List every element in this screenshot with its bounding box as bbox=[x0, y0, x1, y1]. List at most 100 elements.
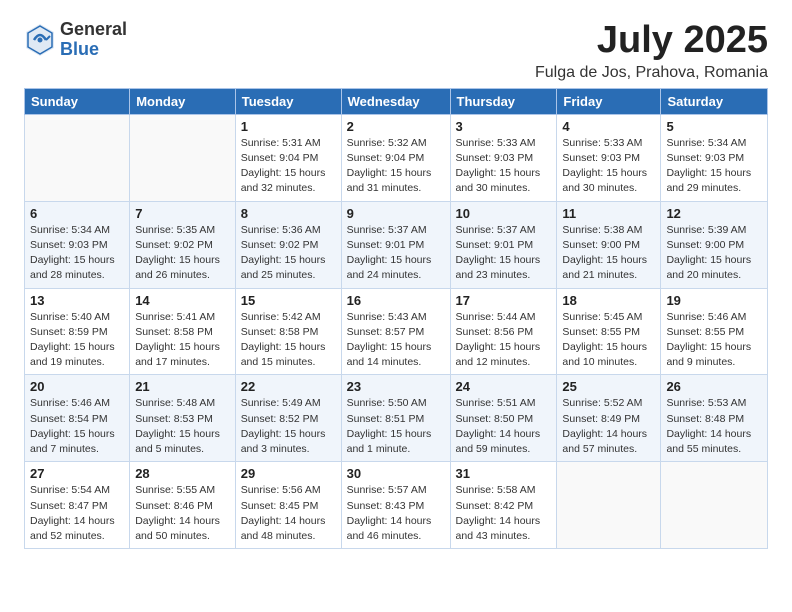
calendar-week-row: 1Sunrise: 5:31 AM Sunset: 9:04 PM Daylig… bbox=[25, 114, 768, 201]
col-sunday: Sunday bbox=[25, 88, 130, 114]
day-number: 2 bbox=[347, 119, 445, 134]
day-info: Sunrise: 5:53 AM Sunset: 8:48 PM Dayligh… bbox=[666, 396, 762, 457]
location-title: Fulga de Jos, Prahova, Romania bbox=[535, 64, 768, 82]
day-info: Sunrise: 5:43 AM Sunset: 8:57 PM Dayligh… bbox=[347, 310, 445, 371]
table-row bbox=[661, 462, 768, 549]
logo: General Blue bbox=[24, 20, 127, 60]
day-number: 12 bbox=[666, 206, 762, 221]
col-friday: Friday bbox=[557, 88, 661, 114]
day-number: 26 bbox=[666, 379, 762, 394]
day-info: Sunrise: 5:52 AM Sunset: 8:49 PM Dayligh… bbox=[562, 396, 655, 457]
table-row: 26 Sunrise: 5:53 AM Sunset: 8:48 PM Dayli… bbox=[661, 375, 768, 462]
table-row: 18Sunrise: 5:45 AM Sunset: 8:55 PM Dayli… bbox=[557, 288, 661, 375]
table-row: 3 Sunrise: 5:33 AM Sunset: 9:03 PM Daylig… bbox=[450, 114, 557, 201]
day-info: Sunrise: 5:58 AM Sunset: 8:42 PM Dayligh… bbox=[456, 483, 552, 544]
day-info: Sunrise: 5:42 AM Sunset: 8:58 PM Dayligh… bbox=[241, 310, 336, 371]
day-number: 14 bbox=[135, 293, 230, 308]
day-info: Sunrise: 5:51 AM Sunset: 8:50 PM Dayligh… bbox=[456, 396, 552, 457]
day-number: 31 bbox=[456, 466, 552, 481]
day-info: Sunrise: 5:37 AM Sunset: 9:01 PM Dayligh… bbox=[347, 223, 445, 284]
day-number: 11 bbox=[562, 206, 655, 221]
day-number: 19 bbox=[666, 293, 762, 308]
table-row: 22Sunrise: 5:49 AM Sunset: 8:52 PM Dayli… bbox=[235, 375, 341, 462]
day-number: 8 bbox=[241, 206, 336, 221]
table-row bbox=[557, 462, 661, 549]
table-row: 10 Sunrise: 5:37 AM Sunset: 9:01 PM Dayli… bbox=[450, 201, 557, 288]
logo-text: General Blue bbox=[60, 20, 127, 60]
col-saturday: Saturday bbox=[661, 88, 768, 114]
day-info: Sunrise: 5:33 AM Sunset: 9:03 PM Dayligh… bbox=[562, 136, 655, 197]
day-number: 20 bbox=[30, 379, 124, 394]
table-row: 30 Sunrise: 5:57 AM Sunset: 8:43 PM Dayli… bbox=[341, 462, 450, 549]
day-number: 9 bbox=[347, 206, 445, 221]
day-info: Sunrise: 5:35 AM Sunset: 9:02 PM Dayligh… bbox=[135, 223, 230, 284]
day-info: Sunrise: 5:54 AM Sunset: 8:47 PM Dayligh… bbox=[30, 483, 124, 544]
day-info: Sunrise: 5:36 AM Sunset: 9:02 PM Dayligh… bbox=[241, 223, 336, 284]
table-row: 31 Sunrise: 5:58 AM Sunset: 8:42 PM Dayli… bbox=[450, 462, 557, 549]
day-number: 4 bbox=[562, 119, 655, 134]
table-row: 1Sunrise: 5:31 AM Sunset: 9:04 PM Daylig… bbox=[235, 114, 341, 201]
day-info: Sunrise: 5:44 AM Sunset: 8:56 PM Dayligh… bbox=[456, 310, 552, 371]
day-info: Sunrise: 5:34 AM Sunset: 9:03 PM Dayligh… bbox=[666, 136, 762, 197]
day-info: Sunrise: 5:49 AM Sunset: 8:52 PM Dayligh… bbox=[241, 396, 336, 457]
day-number: 23 bbox=[347, 379, 445, 394]
day-number: 21 bbox=[135, 379, 230, 394]
day-number: 13 bbox=[30, 293, 124, 308]
table-row bbox=[25, 114, 130, 201]
day-info: Sunrise: 5:48 AM Sunset: 8:53 PM Dayligh… bbox=[135, 396, 230, 457]
day-number: 1 bbox=[241, 119, 336, 134]
day-number: 10 bbox=[456, 206, 552, 221]
table-row: 13 Sunrise: 5:40 AM Sunset: 8:59 PM Dayli… bbox=[25, 288, 130, 375]
col-monday: Monday bbox=[130, 88, 236, 114]
day-info: Sunrise: 5:55 AM Sunset: 8:46 PM Dayligh… bbox=[135, 483, 230, 544]
table-row: 2 Sunrise: 5:32 AM Sunset: 9:04 PM Daylig… bbox=[341, 114, 450, 201]
day-number: 16 bbox=[347, 293, 445, 308]
day-number: 30 bbox=[347, 466, 445, 481]
day-info: Sunrise: 5:38 AM Sunset: 9:00 PM Dayligh… bbox=[562, 223, 655, 284]
calendar-header-row: Sunday Monday Tuesday Wednesday Thursday… bbox=[25, 88, 768, 114]
table-row: 27 Sunrise: 5:54 AM Sunset: 8:47 PM Dayli… bbox=[25, 462, 130, 549]
table-row: 12 Sunrise: 5:39 AM Sunset: 9:00 PM Dayli… bbox=[661, 201, 768, 288]
day-info: Sunrise: 5:57 AM Sunset: 8:43 PM Dayligh… bbox=[347, 483, 445, 544]
calendar-week-row: 27 Sunrise: 5:54 AM Sunset: 8:47 PM Dayli… bbox=[25, 462, 768, 549]
table-row: 17Sunrise: 5:44 AM Sunset: 8:56 PM Dayli… bbox=[450, 288, 557, 375]
day-number: 18 bbox=[562, 293, 655, 308]
table-row: 9 Sunrise: 5:37 AM Sunset: 9:01 PM Daylig… bbox=[341, 201, 450, 288]
table-row: 21 Sunrise: 5:48 AM Sunset: 8:53 PM Dayli… bbox=[130, 375, 236, 462]
col-tuesday: Tuesday bbox=[235, 88, 341, 114]
day-info: Sunrise: 5:32 AM Sunset: 9:04 PM Dayligh… bbox=[347, 136, 445, 197]
table-row: 20Sunrise: 5:46 AM Sunset: 8:54 PM Dayli… bbox=[25, 375, 130, 462]
page: General Blue July 2025 Fulga de Jos, Pra… bbox=[0, 0, 792, 612]
day-number: 27 bbox=[30, 466, 124, 481]
day-number: 7 bbox=[135, 206, 230, 221]
day-info: Sunrise: 5:46 AM Sunset: 8:55 PM Dayligh… bbox=[666, 310, 762, 371]
day-info: Sunrise: 5:40 AM Sunset: 8:59 PM Dayligh… bbox=[30, 310, 124, 371]
logo-icon bbox=[24, 22, 56, 58]
table-row: 15Sunrise: 5:42 AM Sunset: 8:58 PM Dayli… bbox=[235, 288, 341, 375]
calendar-week-row: 20Sunrise: 5:46 AM Sunset: 8:54 PM Dayli… bbox=[25, 375, 768, 462]
table-row: 4 Sunrise: 5:33 AM Sunset: 9:03 PM Daylig… bbox=[557, 114, 661, 201]
day-info: Sunrise: 5:33 AM Sunset: 9:03 PM Dayligh… bbox=[456, 136, 552, 197]
day-number: 24 bbox=[456, 379, 552, 394]
day-info: Sunrise: 5:39 AM Sunset: 9:00 PM Dayligh… bbox=[666, 223, 762, 284]
day-info: Sunrise: 5:37 AM Sunset: 9:01 PM Dayligh… bbox=[456, 223, 552, 284]
day-number: 5 bbox=[666, 119, 762, 134]
table-row: 24 Sunrise: 5:51 AM Sunset: 8:50 PM Dayli… bbox=[450, 375, 557, 462]
day-info: Sunrise: 5:34 AM Sunset: 9:03 PM Dayligh… bbox=[30, 223, 124, 284]
calendar-week-row: 6 Sunrise: 5:34 AM Sunset: 9:03 PM Daylig… bbox=[25, 201, 768, 288]
table-row: 25Sunrise: 5:52 AM Sunset: 8:49 PM Dayli… bbox=[557, 375, 661, 462]
day-number: 6 bbox=[30, 206, 124, 221]
calendar-table: Sunday Monday Tuesday Wednesday Thursday… bbox=[24, 88, 768, 549]
day-number: 3 bbox=[456, 119, 552, 134]
table-row: 28Sunrise: 5:55 AM Sunset: 8:46 PM Dayli… bbox=[130, 462, 236, 549]
table-row: 8 Sunrise: 5:36 AM Sunset: 9:02 PM Daylig… bbox=[235, 201, 341, 288]
logo-general-text: General bbox=[60, 20, 127, 40]
table-row bbox=[130, 114, 236, 201]
col-thursday: Thursday bbox=[450, 88, 557, 114]
day-info: Sunrise: 5:50 AM Sunset: 8:51 PM Dayligh… bbox=[347, 396, 445, 457]
calendar-week-row: 13 Sunrise: 5:40 AM Sunset: 8:59 PM Dayli… bbox=[25, 288, 768, 375]
table-row: 14 Sunrise: 5:41 AM Sunset: 8:58 PM Dayli… bbox=[130, 288, 236, 375]
col-wednesday: Wednesday bbox=[341, 88, 450, 114]
day-info: Sunrise: 5:41 AM Sunset: 8:58 PM Dayligh… bbox=[135, 310, 230, 371]
table-row: 6 Sunrise: 5:34 AM Sunset: 9:03 PM Daylig… bbox=[25, 201, 130, 288]
